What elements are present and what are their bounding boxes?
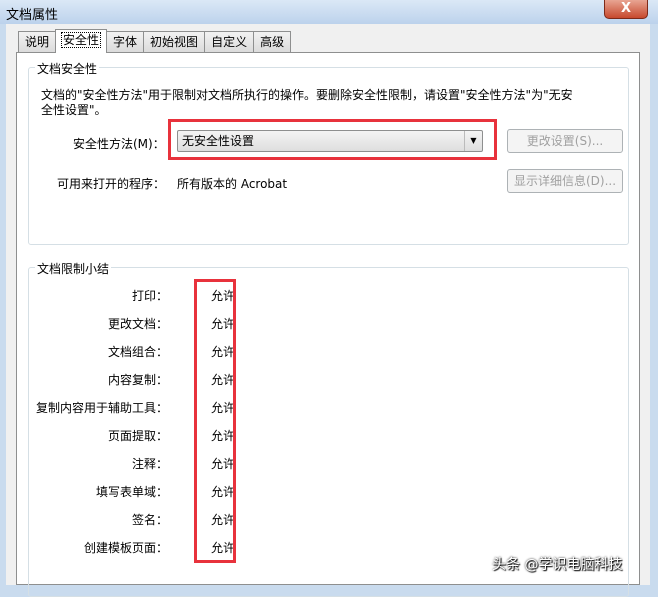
tab-fonts[interactable]: 字体 [106, 31, 145, 53]
show-details-button[interactable]: 显示详细信息(D)... [507, 169, 623, 193]
restriction-label: 更改文档： [107, 317, 168, 331]
open-with-label: 可用来打开的程序： [57, 177, 166, 191]
restriction-label: 签名： [131, 513, 168, 527]
close-button[interactable]: X [604, 0, 648, 19]
tab-security-label: 安全性 [61, 32, 102, 48]
watermark: 头条 @学识电脑科技 [492, 557, 623, 573]
restriction-label: 复制内容用于辅助工具： [35, 401, 168, 415]
open-with-value: 所有版本的 Acrobat [177, 177, 288, 191]
restriction-label: 创建模板页面： [83, 541, 168, 555]
highlight-box [194, 279, 236, 563]
restriction-label: 填写表单域： [95, 485, 168, 499]
tab-custom[interactable]: 自定义 [204, 31, 255, 53]
restriction-label: 内容复制： [107, 373, 168, 387]
change-settings-button[interactable]: 更改设置(S)... [507, 129, 623, 153]
security-description: 文档的"安全性方法"用于限制对文档所执行的操作。要删除安全性限制，请设置"安全性… [41, 88, 573, 117]
restriction-label: 注释： [131, 457, 168, 471]
group-title: 文档限制小结 [35, 260, 112, 277]
group-title: 文档安全性 [35, 60, 100, 77]
tab-strip: 说明 安全性 字体 初始视图 自定义 高级 [18, 29, 292, 53]
window-title: 文档属性 [6, 8, 59, 23]
tab-advanced[interactable]: 高级 [253, 31, 292, 53]
tab-description[interactable]: 说明 [18, 31, 57, 53]
restrictions-summary-group: 文档限制小结 打印： 允许 更改文档： 允许 文档组合： 允许 内容复制： 允许 复制内… [28, 260, 629, 597]
restriction-label: 打印： [131, 289, 168, 303]
restriction-label: 文档组合： [107, 345, 168, 359]
highlight-box [168, 119, 497, 160]
tab-security[interactable]: 安全性 [55, 29, 108, 53]
title-bar: 文档属性 X [0, 0, 658, 24]
restriction-label: 页面提取： [107, 429, 168, 443]
security-method-label: 安全性方法(M)： [73, 137, 165, 151]
tab-panel: 文档安全性 文档的"安全性方法"用于限制对文档所执行的操作。要删除安全性限制，请… [16, 52, 640, 597]
tab-initial-view[interactable]: 初始视图 [143, 31, 206, 53]
